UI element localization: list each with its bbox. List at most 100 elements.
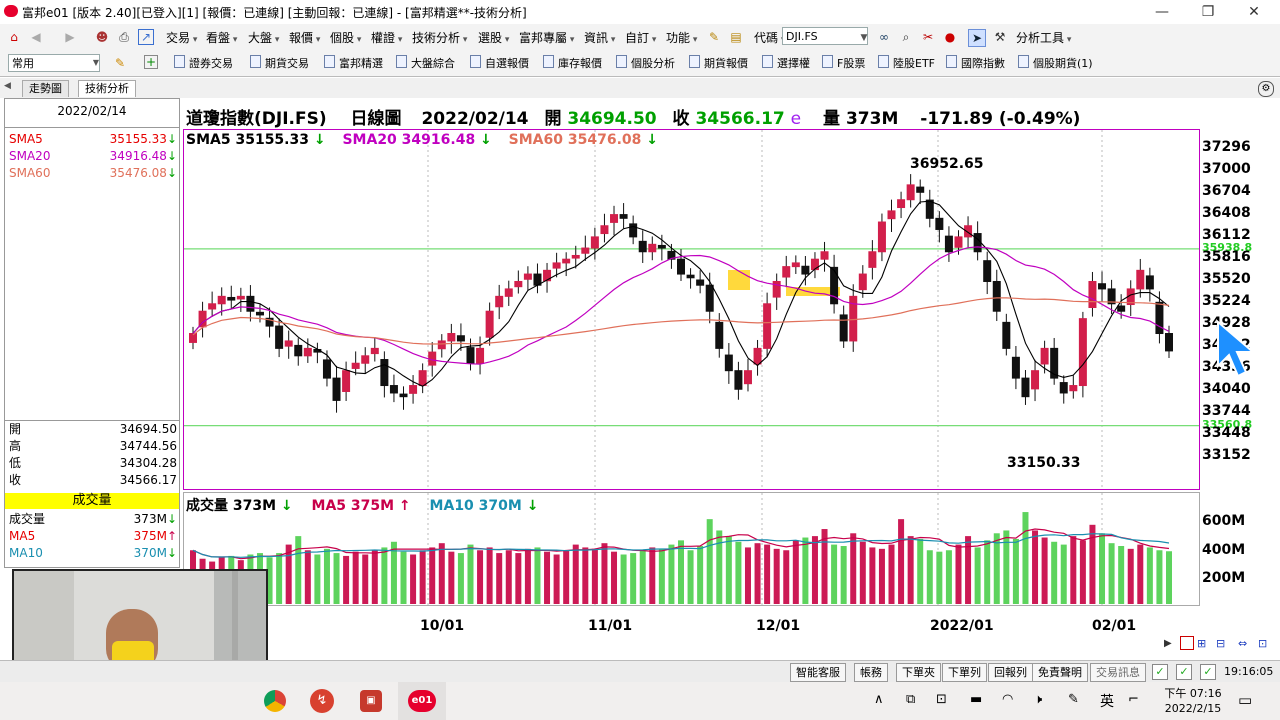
mouse-cursor-icon — [1217, 320, 1256, 378]
sma5-legend: SMA5 35155.33 — [186, 132, 309, 148]
x-tick-jan: 2022/01 — [930, 618, 994, 634]
status-check-icon[interactable]: ✓ — [1176, 664, 1192, 680]
candle-body — [973, 233, 982, 253]
y-tick: 37296 — [1202, 139, 1251, 155]
y-tick: 33152 — [1202, 447, 1251, 463]
status-check-icon[interactable]: ✓ — [1152, 664, 1168, 680]
y-tick: 34040 — [1202, 381, 1251, 397]
x-tick-dec: 12/01 — [756, 618, 801, 634]
candle-body — [610, 214, 619, 223]
tray-chevron-icon[interactable]: ∧ — [874, 692, 884, 707]
candle-body — [523, 273, 532, 280]
app-icon[interactable]: ↯ — [310, 689, 334, 713]
candle-body — [1078, 318, 1087, 387]
candle-body — [600, 225, 609, 235]
candle-body — [753, 347, 762, 365]
status-bar: 智能客服 帳務 下單夾 下單列 回報列 免責聲明 交易訊息 ✓ ✓ ✓ 19:1… — [0, 660, 1280, 683]
y-tick: 37000 — [1202, 161, 1251, 177]
zoom-box-icon[interactable] — [1180, 636, 1194, 650]
candle-body — [399, 393, 408, 398]
x-tick-nov: 11/01 — [588, 618, 633, 634]
high-annotation: 36952.65 — [910, 156, 984, 172]
candle-body — [935, 217, 944, 230]
candle-body — [820, 251, 829, 260]
sma60-legend: SMA60 35476.08 — [508, 132, 642, 148]
candle-body — [782, 266, 791, 278]
fubon-app-icon[interactable]: e01 — [408, 690, 436, 712]
order-folder-button[interactable]: 下單夾 — [896, 663, 941, 682]
account-button[interactable]: 帳務 — [854, 663, 888, 682]
presentation-icon[interactable]: ▣ — [360, 690, 382, 712]
trade-message-button[interactable]: 交易訊息 — [1090, 663, 1146, 682]
candle-body — [1098, 283, 1107, 290]
candle-body — [332, 377, 341, 401]
zoom-in-icon[interactable]: ⊞ — [1197, 637, 1206, 650]
y-tick: 33448 — [1202, 425, 1251, 441]
order-bar-button[interactable]: 下單列 — [942, 663, 987, 682]
candle-body — [1069, 385, 1078, 392]
y-tick: 35520 — [1202, 271, 1251, 287]
reset-icon[interactable]: ⊡ — [1258, 637, 1267, 650]
scroll-right-icon[interactable]: ▶ — [1164, 638, 1172, 649]
candle-body — [208, 303, 217, 310]
candle-body — [1050, 347, 1059, 379]
candle-body — [418, 370, 427, 387]
candle-body — [590, 236, 599, 249]
y-tick: 33744 — [1202, 403, 1251, 419]
tray-display-icon[interactable]: ⊡ — [936, 692, 947, 707]
candle-body — [810, 258, 819, 271]
candle-body — [275, 325, 284, 349]
ime-mode-icon[interactable]: ⌐ — [1128, 692, 1139, 707]
candle-body — [552, 262, 561, 269]
y-tick: 36112 — [1202, 227, 1251, 243]
zoom-out-icon[interactable]: ⊟ — [1216, 637, 1225, 650]
fit-icon[interactable]: ⇔ — [1238, 637, 1247, 650]
x-tick-oct: 10/01 — [420, 618, 465, 634]
candle-body — [1011, 356, 1020, 379]
candle-body — [1145, 275, 1154, 290]
candle-body — [944, 235, 953, 253]
pen-tray-icon[interactable]: ✎ — [1068, 692, 1079, 707]
candle-body — [1021, 377, 1030, 398]
status-time: 19:16:05 — [1224, 665, 1274, 678]
candle-body — [294, 344, 303, 357]
candle-body — [657, 244, 666, 249]
candle-body — [322, 359, 331, 379]
volume-legend: 成交量 373M ↓ MA5 375M ↑ MA10 370M ↓ — [186, 498, 539, 514]
candle-body — [504, 288, 513, 297]
candle-body — [370, 347, 379, 355]
ime-indicator[interactable]: 英 — [1100, 691, 1114, 711]
clock-time[interactable]: 下午 07:16 — [1162, 685, 1224, 701]
status-check-icon[interactable]: ✓ — [1200, 664, 1216, 680]
notification-icon[interactable]: ▭ — [1238, 691, 1252, 709]
candle-body — [361, 355, 370, 364]
clock-date[interactable]: 2022/2/15 — [1160, 702, 1226, 715]
candle-body — [1059, 382, 1068, 394]
wifi-icon[interactable]: ◠ — [1002, 692, 1013, 707]
chrome-icon[interactable] — [264, 690, 286, 712]
candle-body — [858, 273, 867, 291]
candle-body — [476, 347, 485, 364]
tray-device-icon[interactable]: ⧉ — [906, 692, 915, 707]
candle-body — [983, 260, 992, 282]
candle-body — [791, 262, 800, 268]
candle-body — [648, 243, 657, 253]
candle-body — [227, 296, 236, 301]
candle-body — [466, 347, 475, 364]
sma5-line — [192, 200, 1170, 387]
candle-body — [189, 333, 197, 343]
y-tick: 36408 — [1202, 205, 1251, 221]
candle-body — [571, 254, 580, 259]
disclaimer-button[interactable]: 免責聲明 — [1032, 663, 1088, 682]
sma60-line — [192, 297, 1170, 345]
candle-body — [705, 284, 714, 312]
speaker-icon[interactable]: 🕨 — [1034, 692, 1042, 707]
report-bar-button[interactable]: 回報列 — [988, 663, 1033, 682]
y-tick: 36704 — [1202, 183, 1251, 199]
candle-body — [1117, 305, 1126, 312]
candle-body — [217, 295, 226, 305]
battery-icon[interactable]: ▬ — [970, 692, 982, 707]
candle-body — [246, 295, 255, 312]
candle-body — [1136, 269, 1145, 290]
smart-support-button[interactable]: 智能客服 — [790, 663, 846, 682]
